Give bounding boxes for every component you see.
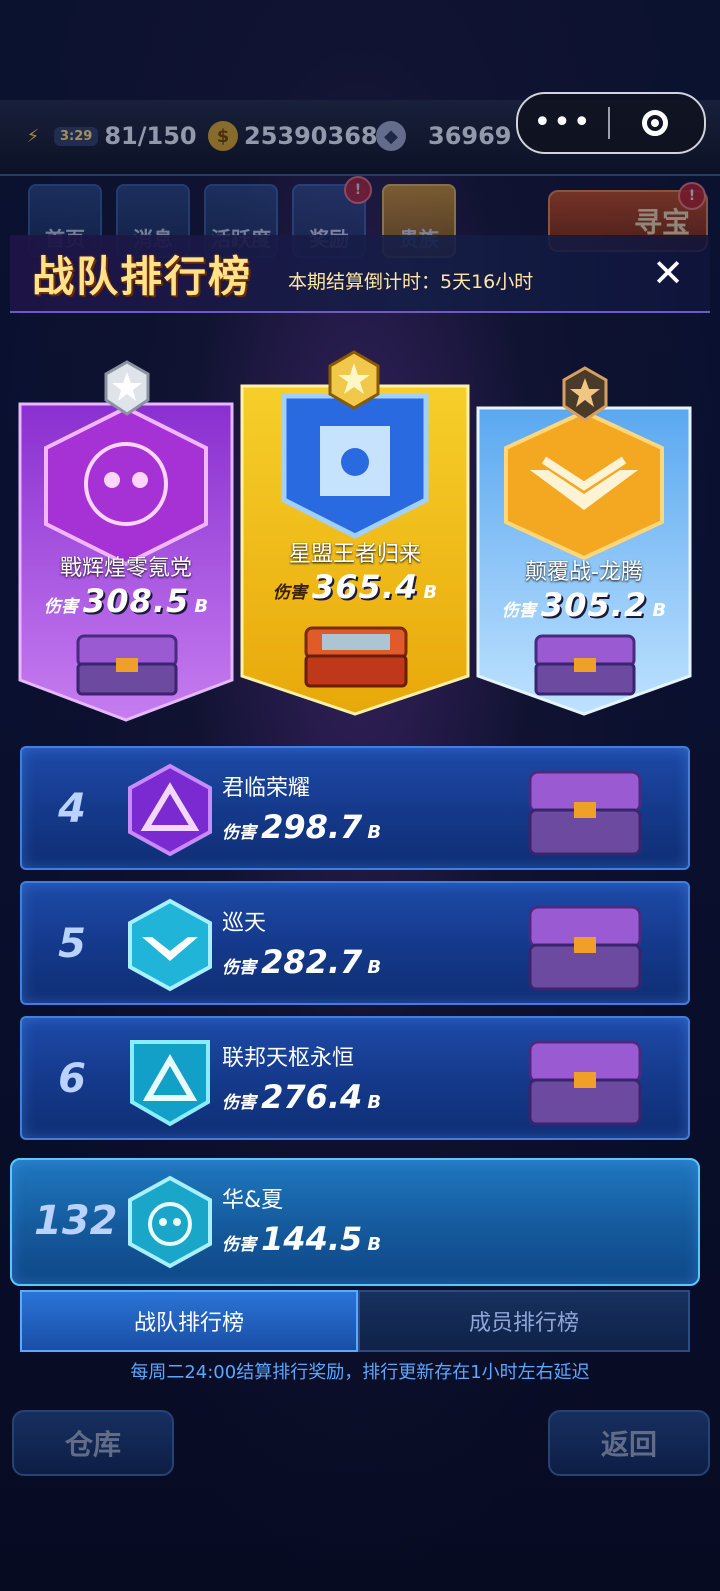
notification-badge: ! — [678, 182, 706, 210]
team-name: 戰辉煌零氪党 — [59, 556, 192, 581]
team-damage: 伤害 365.4 B — [240, 568, 470, 606]
podium-card-rank-2[interactable]: 戰辉煌零氪党 伤害 308.5 B — [18, 360, 234, 722]
tab-member-ranking[interactable]: 成员排行榜 — [358, 1290, 690, 1352]
energy-resource: ⚡ 3:29 81/150 — [18, 116, 197, 156]
damage-value: 298.7 — [261, 808, 363, 846]
team-emblem-shield — [281, 393, 429, 539]
rank-number: 132 — [34, 1198, 118, 1244]
damage-value: 305.2 — [541, 586, 648, 624]
more-button[interactable]: ••• — [518, 94, 608, 152]
gold-value: 25390368 — [244, 122, 378, 150]
crystal-icon: ◆ — [376, 121, 406, 151]
energy-value: 81/150 — [104, 122, 197, 150]
podium-card-rank-3[interactable]: 颠覆战-龙腾 伤害 305.2 B — [476, 366, 692, 716]
team-damage: 伤害 308.5 B — [18, 582, 234, 620]
close-button[interactable]: ✕ — [650, 254, 686, 292]
target-icon — [642, 110, 668, 136]
bronze-star-badge-icon — [562, 366, 608, 422]
team-emblem-wings — [504, 410, 664, 560]
purple-chest-icon — [528, 1040, 642, 1126]
team-damage: 伤害 144.5 B — [222, 1220, 381, 1258]
damage-label: 伤害 — [43, 597, 78, 617]
purple-chest-icon — [534, 634, 636, 696]
lightning-icon: ⚡ — [26, 125, 40, 147]
podium-card-rank-1[interactable]: 星盟王者归来 伤害 365.4 B — [240, 350, 470, 716]
team-emblem-triangle — [128, 763, 212, 857]
mini-program-capsule: ••• — [516, 92, 706, 154]
gold-coin-icon: $ — [208, 121, 238, 151]
notification-badge: ! — [344, 176, 372, 204]
damage-unit: B — [367, 1092, 382, 1113]
damage-unit: B — [367, 1234, 382, 1255]
damage-value: 365.4 — [312, 568, 419, 606]
damage-label: 伤害 — [222, 958, 256, 978]
team-name: 巡天 — [222, 911, 267, 936]
settlement-notice: 每周二24:00结算排行奖励，排行更新存在1小时左右延迟 — [130, 1362, 590, 1383]
damage-value: 276.4 — [261, 1078, 363, 1116]
damage-label: 伤害 — [501, 601, 536, 621]
damage-label: 伤害 — [222, 1093, 256, 1113]
team-name: 君临荣耀 — [222, 776, 311, 801]
back-button: 返回 — [548, 1410, 710, 1476]
damage-label: 伤害 — [222, 1235, 256, 1255]
tab-team-ranking[interactable]: 战队排行榜 — [20, 1290, 358, 1352]
settlement-countdown: 本期结算倒计时：5天16小时 — [288, 271, 534, 293]
team-damage: 伤害 305.2 B — [476, 586, 692, 624]
team-emblem-skull — [44, 406, 208, 566]
rank-number: 4 — [58, 786, 86, 832]
team-name: 颠覆战-龙腾 — [525, 560, 643, 585]
gold-star-badge-icon — [328, 350, 380, 410]
crystal-resource: ◆ 36969 — [376, 116, 512, 156]
team-name: 联邦天枢永恒 — [222, 1046, 355, 1071]
damage-unit: B — [423, 582, 438, 603]
damage-label: 伤害 — [272, 583, 307, 603]
crystal-value: 36969 — [428, 122, 512, 150]
team-emblem-wings — [128, 898, 212, 992]
ranking-row[interactable]: 4 君临荣耀 伤害 298.7 B — [20, 746, 690, 870]
page-title: 战队排行榜 — [32, 252, 253, 301]
rank-number: 5 — [58, 921, 86, 967]
ranking-tabs: 战队排行榜 成员排行榜 — [20, 1290, 690, 1352]
damage-value: 144.5 — [261, 1220, 363, 1258]
purple-chest-icon — [76, 634, 178, 696]
team-damage: 伤害 276.4 B — [222, 1078, 381, 1116]
team-name: 华&夏 — [222, 1188, 284, 1213]
gold-resource: $ 25390368 — [208, 116, 378, 156]
damage-value: 308.5 — [83, 582, 190, 620]
warehouse-button: 仓库 — [12, 1410, 174, 1476]
red-chest-icon — [304, 626, 408, 688]
damage-unit: B — [194, 596, 209, 617]
rank-number: 6 — [58, 1056, 86, 1102]
damage-label: 伤害 — [222, 823, 256, 843]
ranking-row[interactable]: 5 巡天 伤害 282.7 B — [20, 881, 690, 1005]
damage-unit: B — [367, 822, 382, 843]
damage-unit: B — [367, 957, 382, 978]
my-team-row[interactable]: 132 华&夏 伤害 144.5 B — [10, 1158, 700, 1286]
silver-star-badge-icon — [104, 360, 150, 416]
energy-timer: 3:29 — [54, 126, 99, 146]
close-mini-program-button[interactable] — [610, 110, 700, 136]
damage-unit: B — [652, 600, 667, 621]
purple-chest-icon — [528, 770, 642, 856]
team-name: 星盟王者归来 — [288, 542, 421, 567]
purple-chest-icon — [528, 905, 642, 991]
team-damage: 伤害 282.7 B — [222, 943, 381, 981]
ranking-row[interactable]: 6 联邦天枢永恒 伤害 276.4 B — [20, 1016, 690, 1140]
team-damage: 伤害 298.7 B — [222, 808, 381, 846]
team-emblem-triangle — [130, 1040, 210, 1127]
ranking-header: 战队排行榜 本期结算倒计时：5天16小时 ✕ — [10, 235, 710, 313]
damage-value: 282.7 — [261, 943, 363, 981]
team-emblem-skull — [128, 1175, 212, 1269]
